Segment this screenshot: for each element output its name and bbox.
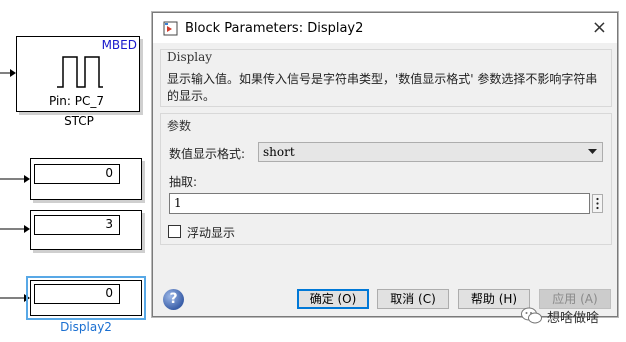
- pulse-waveform-icon: [57, 56, 103, 88]
- display-value-b: 3: [34, 215, 120, 235]
- cancel-button[interactable]: 取消 (C): [377, 289, 449, 309]
- watermark: 想啥做啥: [521, 305, 621, 327]
- display2-value: 0: [34, 284, 120, 304]
- vertical-ellipsis-icon: [596, 197, 599, 210]
- decimation-input[interactable]: 1: [169, 193, 590, 214]
- chevron-down-icon: [588, 149, 597, 154]
- display2-caption: Display2: [60, 320, 112, 334]
- decimation-more-button[interactable]: [592, 194, 603, 213]
- display-description-group: Display 显示输入值。如果传入信号是字符串类型，'数值显示格式' 参数选择…: [160, 49, 612, 107]
- format-label: 数值显示格式:: [169, 147, 246, 161]
- display-description-text: 显示输入值。如果传入信号是字符串类型，'数值显示格式' 参数选择不影响字符串的显…: [167, 72, 598, 103]
- display-value-a: 0: [34, 164, 120, 184]
- display2-block[interactable]: 0: [30, 280, 142, 316]
- parameters-group-title: 参数: [167, 119, 192, 133]
- display-block-a[interactable]: 0: [30, 158, 142, 200]
- stcp-caption: STCP: [64, 114, 94, 128]
- dialog-title: Block Parameters: Display2: [185, 21, 364, 36]
- signal-arrow-display-b: [0, 225, 30, 233]
- format-select[interactable]: short: [258, 142, 603, 162]
- ok-button[interactable]: 确定 (O): [297, 289, 369, 309]
- watermark-text: 想啥做啥: [547, 311, 600, 326]
- floating-display-label: 浮动显示: [187, 226, 236, 240]
- mbed-tag: MBED: [101, 38, 137, 52]
- close-icon[interactable]: ×: [592, 17, 607, 38]
- help-button[interactable]: 帮助 (H): [458, 289, 530, 309]
- signal-arrow-display-a: [0, 175, 30, 183]
- decimation-label: 抽取:: [169, 175, 198, 189]
- help-icon[interactable]: ?: [163, 289, 184, 310]
- display-group-title: Display: [167, 50, 213, 64]
- parameters-group: 参数 数值显示格式: short 抽取: 1 浮动显示: [160, 113, 612, 245]
- stcp-block[interactable]: MBED Pin: PC_7: [16, 36, 140, 112]
- pin-label: Pin: PC_7: [49, 94, 105, 108]
- dialog-titlebar[interactable]: Block Parameters: Display2 ×: [153, 13, 617, 43]
- simulink-block-icon: [163, 21, 178, 36]
- wechat-icon: [521, 307, 542, 324]
- model-canvas: MBED Pin: PC_7 STCP 0 3 0 Display2: [0, 0, 155, 342]
- block-parameters-dialog: Block Parameters: Display2 × Display 显示输…: [152, 12, 618, 317]
- format-select-value: short: [263, 145, 295, 159]
- floating-display-checkbox[interactable]: [168, 225, 181, 238]
- display-block-b[interactable]: 3: [30, 210, 142, 250]
